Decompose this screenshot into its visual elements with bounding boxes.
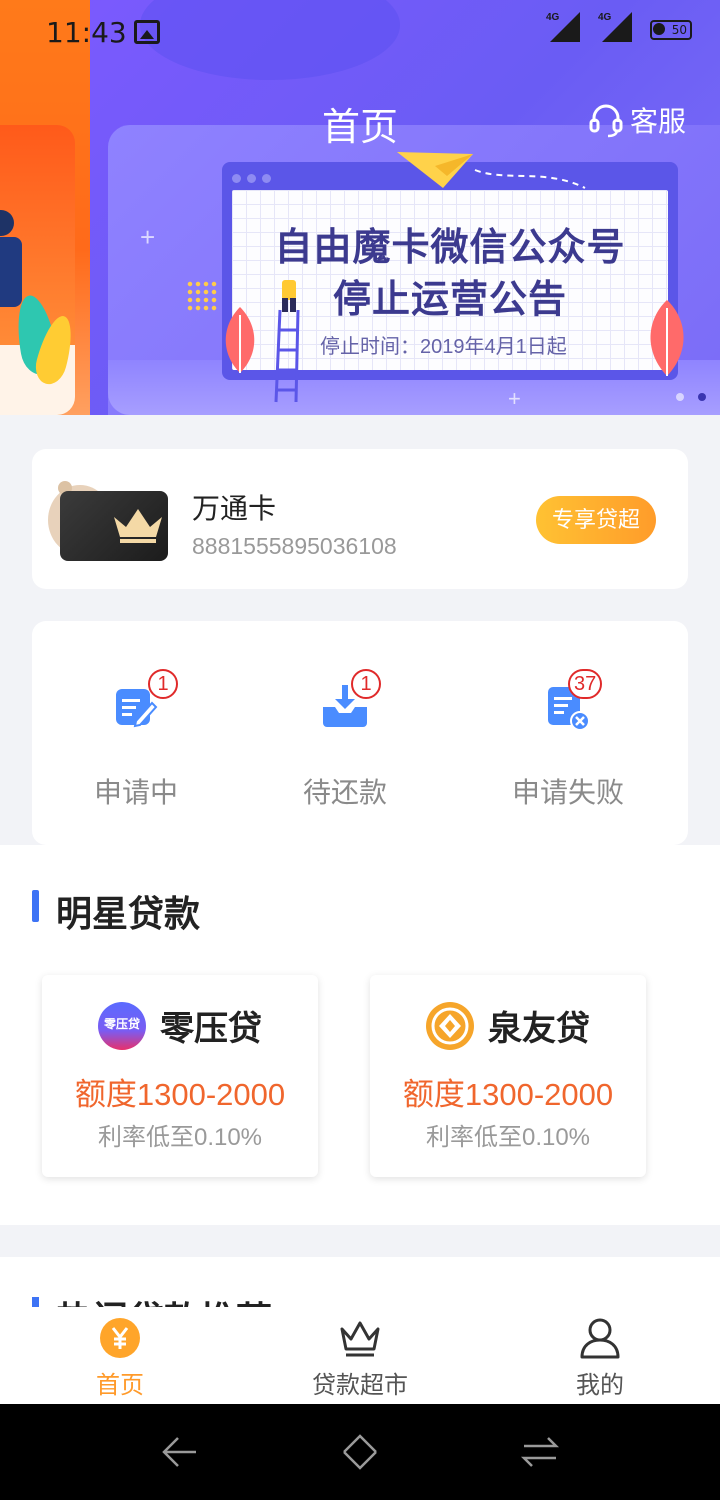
tab-label: 贷款超市	[312, 1372, 408, 1399]
crown-icon	[114, 509, 162, 543]
status-label: 待还款	[302, 777, 387, 808]
window-dots	[232, 170, 277, 188]
customer-service-button[interactable]: 客服	[588, 100, 686, 140]
tab-loan-market[interactable]: 贷款超市	[260, 1317, 460, 1400]
card-number: 8881555895036108	[192, 533, 397, 559]
status-label: 申请中	[93, 777, 178, 808]
back-icon[interactable]	[160, 1432, 200, 1472]
plus-decoration-icon: +	[508, 386, 521, 411]
previous-slide-card	[0, 125, 75, 415]
tab-mine[interactable]: 我的	[500, 1317, 700, 1400]
leaf-illustration	[650, 300, 684, 376]
status-time: 11:43	[46, 16, 127, 49]
tab-label: 我的	[576, 1372, 624, 1399]
notice-date: 停止时间：2019年4月1日起	[320, 336, 567, 358]
loan-card-quanyoudai[interactable]: 泉友贷 额度1300-2000 利率低至0.10%	[370, 975, 646, 1177]
plus-decoration-icon: +	[140, 222, 156, 252]
hero-decoration	[140, 0, 400, 80]
tab-label: 首页	[96, 1372, 144, 1399]
bottom-tab-bar: 首页 贷款超市 我的	[0, 1307, 720, 1404]
tab-home[interactable]: 首页	[20, 1317, 220, 1400]
status-repayment[interactable]: 1 待还款	[245, 669, 445, 811]
carousel-indicator	[666, 388, 707, 406]
exclusive-loan-button[interactable]: 专享贷超	[536, 496, 656, 544]
carousel-dot[interactable]	[676, 393, 684, 401]
logo-text: 零压贷	[103, 1016, 140, 1031]
image-notification-icon	[134, 20, 160, 44]
section-marker	[32, 890, 39, 922]
loan-card-lingyadai[interactable]: 零压贷 零压贷 额度1300-2000 利率低至0.10%	[42, 975, 318, 1177]
section-title: 明星贷款	[56, 893, 201, 934]
document-error-icon: 37	[538, 669, 603, 737]
hot-loans-section: 热门贷款推荐	[0, 1257, 720, 1307]
signal-icon	[550, 12, 580, 42]
edit-document-icon: 1	[106, 669, 178, 737]
star-loans-section: 明星贷款 零压贷 零压贷 额度1300-2000 利率低至0.10% 泉友贷 额…	[0, 845, 720, 1225]
hero-banner: + + 自由魔卡微信公众号 停止运营公告 停止时间：2019年4月1日起	[0, 0, 720, 415]
status-badge: 1	[148, 669, 178, 699]
lingyadai-logo-icon: 零压贷	[98, 1001, 146, 1050]
previous-slide[interactable]	[0, 0, 90, 415]
status-applying[interactable]: 1 申请中	[36, 669, 236, 811]
member-card[interactable]: 万通卡 8881555895036108 专享贷超	[32, 449, 688, 589]
card-image	[60, 491, 168, 561]
loan-rate: 利率低至0.10%	[425, 1124, 591, 1151]
application-status-panel: 1 申请中 1 待还款 37 申请失败	[32, 621, 688, 845]
illustration-person-body	[0, 237, 22, 307]
status-failed[interactable]: 37 申请失败	[468, 669, 668, 811]
carousel-dot-active[interactable]	[698, 393, 707, 401]
download-status-icon	[653, 23, 665, 35]
notice-title-line1: 自由魔卡微信公众号	[274, 227, 626, 269]
crown-icon	[339, 1317, 381, 1359]
home-icon[interactable]	[340, 1432, 380, 1472]
download-tray-icon: 1	[315, 669, 381, 737]
loan-amount: 额度1300-2000	[74, 1077, 286, 1112]
status-badge: 1	[351, 669, 381, 699]
card-name: 万通卡	[192, 493, 277, 524]
recent-apps-icon[interactable]	[520, 1432, 560, 1472]
section-title: 热门贷款推荐	[56, 1291, 272, 1307]
dots-decoration	[186, 280, 218, 312]
signal-icon	[602, 12, 632, 42]
loan-name: 泉友贷	[488, 1010, 590, 1048]
status-label: 申请失败	[511, 777, 624, 808]
leaf-illustration	[225, 307, 255, 373]
loan-name: 零压贷	[160, 1010, 262, 1048]
paper-plane-icon	[397, 152, 586, 189]
illustration-person	[0, 210, 14, 236]
customer-service-label: 客服	[630, 106, 687, 137]
section-marker	[32, 1297, 39, 1307]
headset-icon	[589, 104, 623, 138]
loan-rate: 利率低至0.10%	[97, 1124, 263, 1151]
ladder-person-illustration	[274, 280, 300, 403]
yen-coin-icon	[99, 1317, 141, 1359]
loan-amount: 额度1300-2000	[402, 1077, 614, 1112]
system-navigation-bar	[0, 1404, 720, 1500]
user-icon	[579, 1317, 621, 1359]
quanyoudai-logo-icon	[426, 1001, 474, 1050]
status-badge: 37	[568, 669, 603, 699]
